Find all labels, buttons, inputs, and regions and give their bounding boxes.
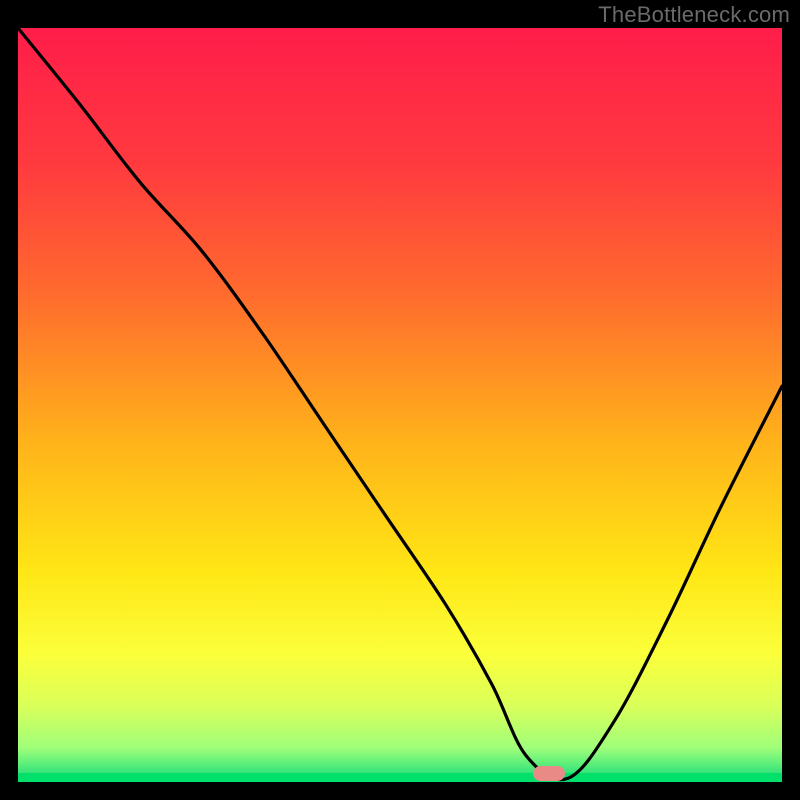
chart-frame: TheBottleneck.com [0,0,800,800]
plot-area [18,28,782,782]
watermark-text: TheBottleneck.com [598,2,790,28]
bottleneck-curve [18,28,782,782]
optimal-marker [534,767,564,780]
curve-path [18,28,782,780]
